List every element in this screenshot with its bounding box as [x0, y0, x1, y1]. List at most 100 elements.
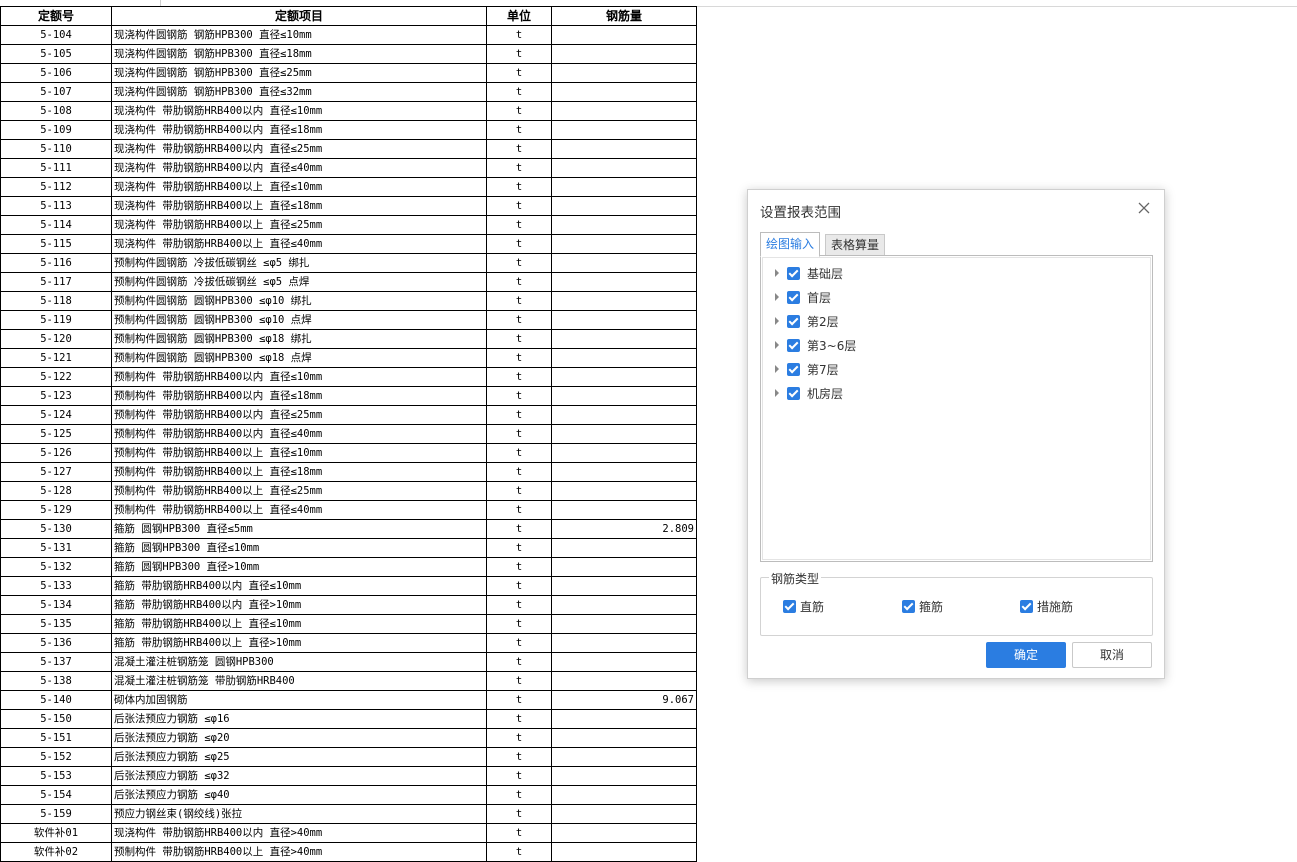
unit-cell: t — [486, 443, 552, 463]
close-icon[interactable] — [1136, 200, 1152, 216]
tree-item-floor[interactable]: 第7层 — [773, 359, 839, 379]
header-code: 定额号 — [0, 6, 112, 26]
code-cell: 5-108 — [0, 101, 112, 121]
code-cell: 5-140 — [0, 690, 112, 710]
table-row: 5-123 预制构件 带肋钢筋HRB400以内 直径≤18mm t — [0, 386, 697, 406]
checkbox-checked-icon[interactable] — [787, 290, 800, 304]
checkbox-checked-icon[interactable] — [902, 600, 915, 613]
expand-arrow-icon[interactable] — [773, 341, 781, 349]
table-row: 5-113 现浇构件 带肋钢筋HRB400以上 直径≤18mm t — [0, 196, 697, 216]
qty-cell — [551, 633, 697, 653]
item-cell: 箍筋 圆钢HPB300 直径≤5mm — [111, 519, 487, 539]
unit-cell: t — [486, 386, 552, 406]
qty-cell — [551, 329, 697, 349]
ok-button[interactable]: 确定 — [986, 642, 1066, 668]
checkbox-checked-icon[interactable] — [787, 314, 800, 328]
rebar-straight-label: 直筋 — [800, 600, 825, 614]
tree-item-floor[interactable]: 基础层 — [773, 263, 843, 283]
code-cell: 5-109 — [0, 120, 112, 140]
table-row: 5-132 箍筋 圆钢HPB300 直径>10mm t — [0, 557, 697, 577]
checkbox-checked-icon[interactable] — [787, 338, 800, 352]
unit-cell: t — [486, 310, 552, 330]
unit-cell: t — [486, 101, 552, 121]
unit-cell: t — [486, 215, 552, 235]
code-cell: 5-110 — [0, 139, 112, 159]
unit-cell: t — [486, 44, 552, 64]
tree-item-floor[interactable]: 第2层 — [773, 311, 839, 331]
qty-cell — [551, 82, 697, 102]
table-header-row: 定额号 定额项目 单位 钢筋量 — [0, 6, 697, 26]
tree-item-floor[interactable]: 首层 — [773, 287, 831, 307]
table-row: 5-130 箍筋 圆钢HPB300 直径≤5mm t 2.809 — [0, 519, 697, 539]
checkbox-checked-icon[interactable] — [787, 266, 800, 280]
checkbox-checked-icon[interactable] — [783, 600, 796, 613]
qty-cell — [551, 804, 697, 824]
tree-item-floor[interactable]: 第3~6层 — [773, 335, 856, 355]
qty-cell — [551, 842, 697, 862]
unit-cell: t — [486, 25, 552, 45]
rebar-measure-option[interactable]: 措施筋 — [1020, 598, 1073, 615]
expand-arrow-icon[interactable] — [773, 389, 781, 397]
unit-cell: t — [486, 728, 552, 748]
tab-table-quantity[interactable]: 表格算量 — [825, 234, 886, 256]
expand-arrow-icon[interactable] — [773, 365, 781, 373]
checkbox-checked-icon[interactable] — [787, 362, 800, 376]
code-cell: 5-127 — [0, 462, 112, 482]
unit-cell: t — [486, 500, 552, 520]
unit-cell: t — [486, 614, 552, 634]
item-cell: 预制构件 带肋钢筋HRB400以上 直径≤10mm — [111, 443, 487, 463]
qty-cell — [551, 139, 697, 159]
expand-arrow-icon[interactable] — [773, 293, 781, 301]
item-cell: 预制构件 带肋钢筋HRB400以内 直径≤40mm — [111, 424, 487, 444]
code-cell: 软件补02 — [0, 842, 112, 862]
code-cell: 5-111 — [0, 158, 112, 178]
qty-cell — [551, 291, 697, 311]
qty-cell — [551, 158, 697, 178]
item-cell: 现浇构件圆钢筋 钢筋HPB300 直径≤25mm — [111, 63, 487, 83]
table-row: 5-122 预制构件 带肋钢筋HRB400以内 直径≤10mm t — [0, 367, 697, 387]
unit-cell: t — [486, 158, 552, 178]
table-row: 5-105 现浇构件圆钢筋 钢筋HPB300 直径≤18mm t — [0, 44, 697, 64]
unit-cell: t — [486, 538, 552, 558]
item-cell: 箍筋 带肋钢筋HRB400以上 直径>10mm — [111, 633, 487, 653]
tree-item-floor[interactable]: 机房层 — [773, 383, 843, 403]
qty-cell — [551, 481, 697, 501]
code-cell: 5-133 — [0, 576, 112, 596]
tab-drawing-input[interactable]: 绘图输入 — [760, 232, 821, 257]
qty-cell — [551, 386, 697, 406]
table-row: 5-106 现浇构件圆钢筋 钢筋HPB300 直径≤25mm t — [0, 63, 697, 83]
item-cell: 箍筋 带肋钢筋HRB400以内 直径>10mm — [111, 595, 487, 615]
qty-cell — [551, 310, 697, 330]
code-cell: 5-137 — [0, 652, 112, 672]
qty-cell — [551, 367, 697, 387]
tree-item-label: 机房层 — [807, 386, 844, 401]
expand-arrow-icon[interactable] — [773, 317, 781, 325]
table-row: 5-111 现浇构件 带肋钢筋HRB400以内 直径≤40mm t — [0, 158, 697, 178]
rebar-straight-option[interactable]: 直筋 — [783, 598, 824, 615]
code-cell: 5-150 — [0, 709, 112, 729]
code-cell: 5-135 — [0, 614, 112, 634]
item-cell: 预制构件圆钢筋 圆钢HPB300 ≤φ18 绑扎 — [111, 329, 487, 349]
quota-table: 定额号 定额项目 单位 钢筋量 5-104 现浇构件圆钢筋 钢筋HPB300 直径… — [0, 6, 697, 862]
unit-cell: t — [486, 804, 552, 824]
unit-cell: t — [486, 196, 552, 216]
table-row: 5-152 后张法预应力钢筋 ≤φ25 t — [0, 747, 697, 767]
unit-cell: t — [486, 348, 552, 368]
checkbox-checked-icon[interactable] — [787, 386, 800, 400]
unit-cell: t — [486, 671, 552, 691]
table-row: 5-133 箍筋 带肋钢筋HRB400以内 直径≤10mm t — [0, 576, 697, 596]
code-cell: 5-120 — [0, 329, 112, 349]
table-row: 5-112 现浇构件 带肋钢筋HRB400以上 直径≤10mm t — [0, 177, 697, 197]
unit-cell: t — [486, 234, 552, 254]
qty-cell — [551, 348, 697, 368]
qty-cell: 2.809 — [551, 519, 697, 539]
item-cell: 混凝土灌注桩钢筋笼 带肋钢筋HRB400 — [111, 671, 487, 691]
cancel-button[interactable]: 取消 — [1072, 642, 1152, 668]
unit-cell: t — [486, 63, 552, 83]
expand-arrow-icon[interactable] — [773, 269, 781, 277]
code-cell: 5-121 — [0, 348, 112, 368]
tree-item-label: 基础层 — [807, 266, 844, 281]
code-cell: 5-136 — [0, 633, 112, 653]
checkbox-checked-icon[interactable] — [1020, 600, 1033, 613]
rebar-stirrup-option[interactable]: 箍筋 — [902, 598, 943, 615]
